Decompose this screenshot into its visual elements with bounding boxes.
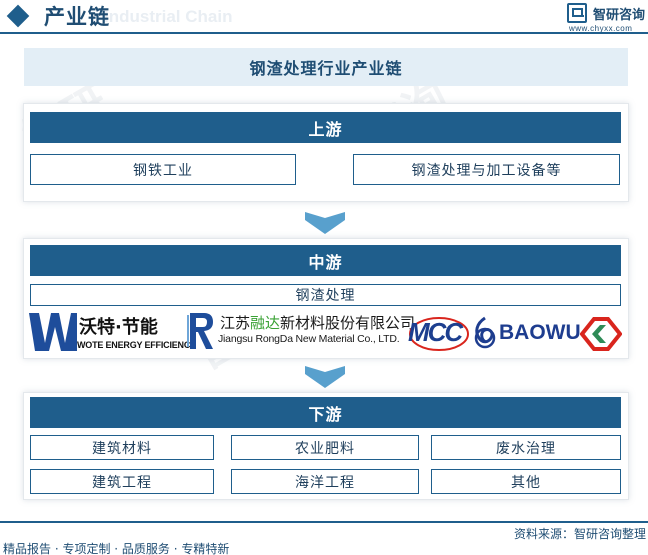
page-title: 产业链 [44,5,110,29]
diagram-title: 钢渣处理行业产业链 [24,48,628,86]
upstream-item: 钢铁工业 [30,154,296,185]
baowu-logo: BAOWU [472,316,581,352]
downstream-item: 建筑工程 [30,469,214,494]
flow-arrow-down-icon [305,212,345,234]
brand-name: 智研咨询 [593,7,646,23]
mcc-logo: MCC [408,315,470,353]
footer-divider [0,521,648,523]
brand-logo-icon [567,3,587,23]
downstream-item: 其他 [431,469,621,494]
chevron-emblem-logo [579,317,623,351]
wote-logo-name: 沃特·节能 [79,317,158,338]
downstream-panel: 下游 建筑材料 农业肥料 废水治理 建筑工程 海洋工程 其他 [23,392,629,500]
source-note: 资料来源：智研咨询整理 [513,527,646,541]
flow-arrow-down-icon [305,366,345,388]
baowu-logo-icon [474,316,496,349]
downstream-item: 海洋工程 [231,469,419,494]
mcc-logo-text: MCC [408,317,463,347]
rongda-logo-icon [187,313,213,349]
header-ghost-text: Industrial Chain [104,7,233,26]
midstream-item: 钢渣处理 [30,284,621,306]
downstream-item: 废水治理 [431,435,621,460]
downstream-label: 下游 [30,397,621,428]
rongda-logo-name: 江苏融达新材料股份有限公司 [220,314,416,332]
header-diamond-icon [6,4,30,28]
footer-slogan: 精品报告 · 专项定制 · 品质服务 · 专精特新 [3,542,230,555]
wote-logo-subtitle: WOTE ENERGY EFFICIENCY [77,340,196,350]
upstream-label: 上游 [30,112,621,143]
midstream-panel: 中游 钢渣处理 沃特·节能 WOTE ENERGY EFFICIENCY 江苏融… [23,238,629,359]
downstream-item: 农业肥料 [231,435,419,460]
brand-logo: 智研咨询 [567,3,645,23]
baowu-logo-text: BAOWU [499,321,581,344]
rongda-logo: 江苏融达新材料股份有限公司 Jiangsu RongDa New Materia… [186,311,426,355]
chevron-emblem-icon [579,317,623,351]
wote-logo: 沃特·节能 WOTE ENERGY EFFICIENCY [29,311,196,355]
rongda-logo-subtitle: Jiangsu RongDa New Material Co., LTD. [218,333,400,345]
upstream-item: 钢渣处理与加工设备等 [353,154,620,185]
wote-logo-icon [29,313,77,351]
header-divider [0,32,648,34]
midstream-label: 中游 [30,245,621,276]
downstream-item: 建筑材料 [30,435,214,460]
upstream-panel: 上游 钢铁工业 钢渣处理与加工设备等 [23,103,629,202]
